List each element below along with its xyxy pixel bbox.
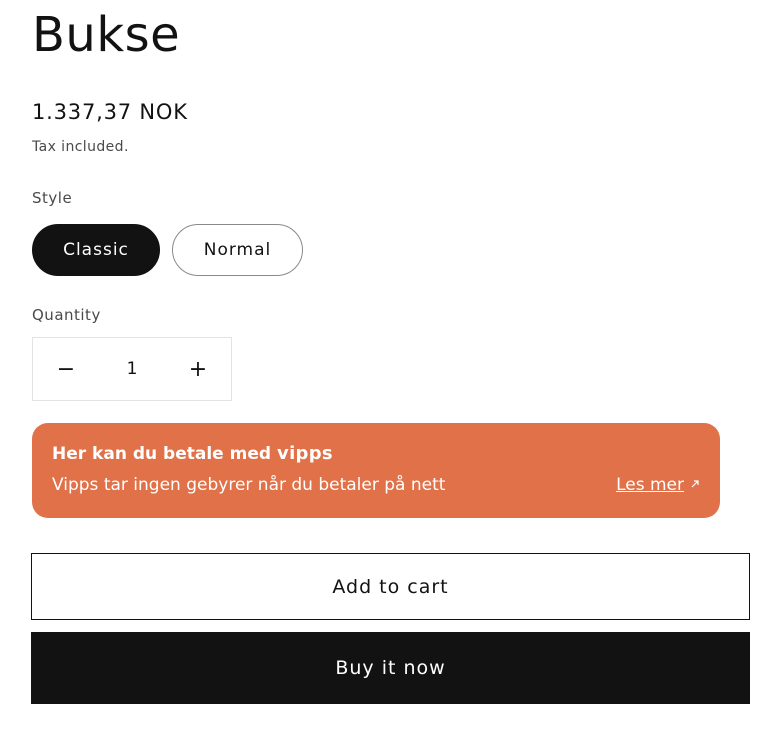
style-option-classic[interactable]: Classic — [32, 224, 160, 276]
buy-now-button[interactable]: Buy it now — [31, 632, 750, 704]
add-to-cart-button[interactable]: Add to cart — [31, 553, 750, 620]
vipps-heading-text: Her kan du betale med — [52, 444, 272, 464]
product-price: 1.337,37 NOK — [32, 100, 188, 124]
vipps-logo: vipps — [277, 443, 333, 464]
vipps-heading: Her kan du betale med vipps — [52, 443, 333, 464]
quantity-label: Quantity — [32, 306, 101, 324]
vipps-read-more-link[interactable]: Les mer — [616, 475, 700, 495]
vipps-description: Vipps tar ingen gebyrer når du betaler p… — [52, 475, 446, 495]
product-title: Bukse — [32, 7, 181, 63]
quantity-decrease-button[interactable]: − — [33, 338, 99, 400]
vipps-read-more-label[interactable]: Les mer — [616, 475, 684, 495]
vipps-banner: Her kan du betale med vipps Vipps tar in… — [32, 423, 720, 518]
quantity-increase-button[interactable]: + — [165, 338, 231, 400]
tax-note: Tax included. — [32, 139, 129, 155]
quantity-input[interactable]: 1 — [99, 359, 165, 379]
style-options: Classic Normal — [32, 224, 303, 276]
quantity-stepper: − 1 + — [32, 337, 232, 401]
style-option-normal[interactable]: Normal — [172, 224, 303, 276]
style-label: Style — [32, 189, 73, 207]
external-arrow-icon — [690, 478, 700, 492]
